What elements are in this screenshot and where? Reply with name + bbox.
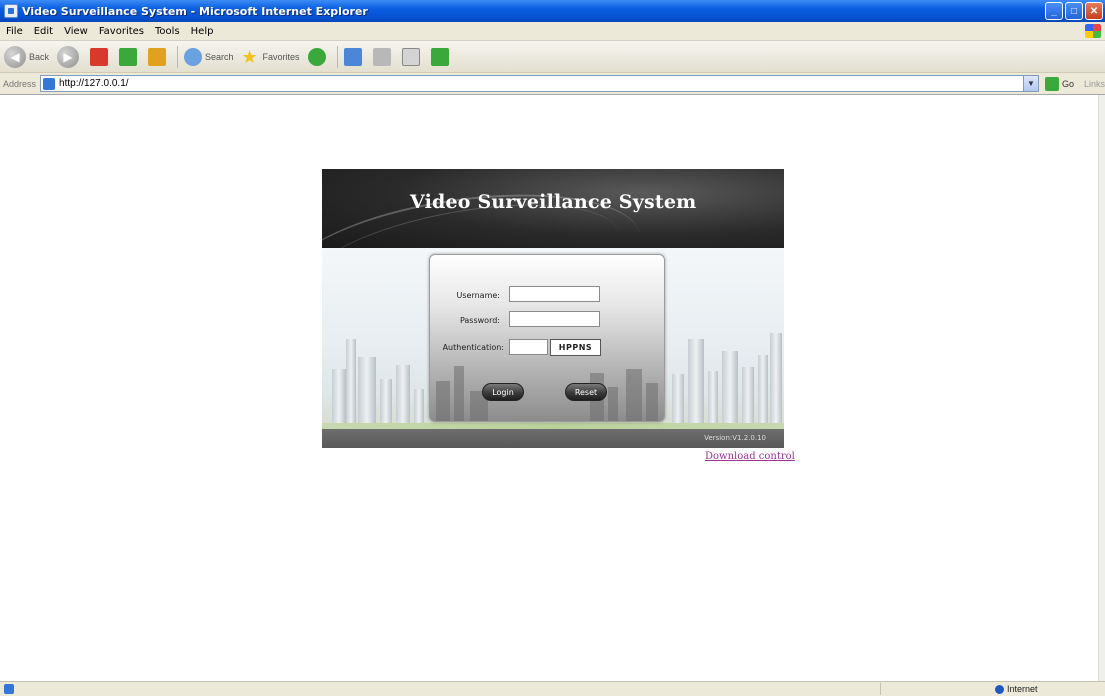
home-button[interactable] [148,47,169,66]
history-button[interactable] [307,47,329,66]
building [688,339,704,429]
password-label: Password: [459,316,500,325]
refresh-button[interactable] [119,47,140,66]
address-label: Address [3,78,37,89]
toolbar-separator [336,45,338,68]
building [358,357,376,429]
version-text: Version:V1.2.0.10 [704,434,766,442]
menu-tools[interactable]: Tools [155,26,180,37]
favorites-button[interactable]: ★ Favorites [242,48,300,66]
building [672,374,684,429]
search-icon [184,47,203,66]
forward-arrow-icon: ▶ [57,45,80,68]
menu-help[interactable]: Help [191,26,214,37]
status-bar: Internet [0,681,1105,696]
window-title: Video Surveillance System - Microsoft In… [22,4,368,18]
window-controls: _ □ ✕ [1045,2,1103,20]
building [708,371,718,429]
stop-icon [90,47,109,66]
forward-button[interactable]: ▶ [57,45,82,68]
back-button[interactable]: ◀ Back [4,45,50,68]
maximize-button[interactable]: □ [1065,2,1083,20]
edit-icon [401,47,420,66]
menu-bar: File Edit View Favorites Tools Help [0,22,1105,41]
vertical-scrollbar[interactable] [1098,95,1105,681]
address-url: http://127.0.0.1/ [59,78,129,89]
building [396,365,410,429]
version-bar: Version:V1.2.0.10 [322,429,784,448]
search-label: Search [205,51,234,62]
address-bar: Address http://127.0.0.1/ ▼ Go Links [0,73,1105,95]
minimize-button[interactable]: _ [1045,2,1063,20]
mail-icon [343,47,362,66]
back-arrow-icon: ◀ [4,45,26,68]
reset-button[interactable]: Reset [565,383,607,401]
page-content: Video Surveillance System Username: Pass… [0,95,1098,681]
back-label: Back [29,51,50,62]
building [722,351,738,429]
building [346,339,356,429]
star-icon: ★ [241,46,258,67]
print-icon [372,47,391,66]
username-input[interactable] [509,286,600,302]
captcha-image[interactable]: HPPNS [550,339,601,356]
authentication-input[interactable] [509,339,548,355]
menu-view[interactable]: View [64,26,88,37]
building [332,369,346,429]
go-label: Go [1061,78,1074,89]
links-button[interactable]: Links [1084,79,1105,89]
building [758,355,768,429]
authentication-label: Authentication: [442,343,504,352]
home-icon [148,47,167,66]
print-button[interactable] [372,47,394,66]
username-label: Username: [456,291,500,300]
page-icon [43,77,56,90]
status-panels [880,683,990,695]
search-button[interactable]: Search [184,47,234,66]
go-arrow-icon [1044,76,1059,91]
banner-title: Video Surveillance System [410,191,697,213]
menu-file[interactable]: File [6,26,23,37]
globe-icon [995,684,1004,694]
download-control-link[interactable]: Download control [705,451,795,462]
messenger-icon [430,47,449,66]
windows-logo-icon [1085,24,1101,38]
go-button[interactable]: Go [1044,76,1074,91]
address-dropdown-icon[interactable]: ▼ [1022,76,1038,91]
login-form: Username: Password: Authentication: HPPN… [429,254,665,422]
favorites-label: Favorites [262,51,300,62]
refresh-icon [119,47,138,66]
title-bar: Video Surveillance System - Microsoft In… [0,0,1105,22]
edit-button[interactable] [401,47,423,66]
toolbar: ◀ Back ▶ Search ★ Favorites [0,41,1105,73]
history-icon [307,47,326,66]
close-button[interactable]: ✕ [1085,2,1103,20]
login-city-silhouette [430,361,664,421]
building [742,367,754,429]
building [770,333,782,429]
zone-label: Internet [1007,684,1038,694]
toolbar-separator [177,45,179,68]
security-zone: Internet [995,684,1038,694]
stop-button[interactable] [90,47,111,66]
page-status-icon [4,684,14,694]
menu-favorites[interactable]: Favorites [99,26,144,37]
ie-icon [4,4,18,18]
menu-edit[interactable]: Edit [34,26,53,37]
address-input[interactable]: http://127.0.0.1/ ▼ [40,75,1039,92]
login-banner: Video Surveillance System [322,169,784,248]
messenger-button[interactable] [430,47,452,66]
login-button[interactable]: Login [482,383,524,401]
building [380,379,392,429]
password-input[interactable] [509,311,600,327]
mail-button[interactable] [343,47,365,66]
